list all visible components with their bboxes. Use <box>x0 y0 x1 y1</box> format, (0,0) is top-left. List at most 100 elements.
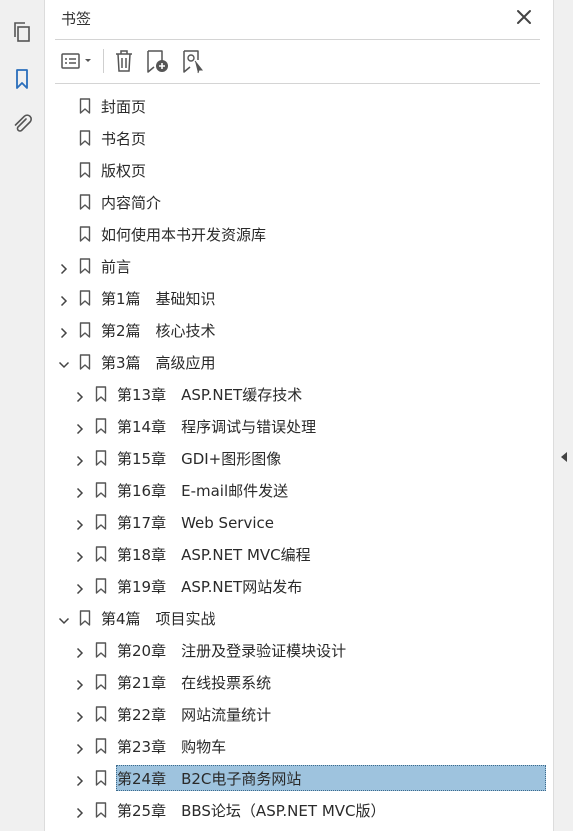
bookmark-item-icon <box>95 578 107 594</box>
chevron-right-icon[interactable] <box>74 388 86 403</box>
bookmark-item-icon <box>95 738 107 754</box>
options-menu-button[interactable] <box>59 48 97 74</box>
bookmark-item-icon <box>95 770 107 786</box>
bookmark-row[interactable]: 第24章 B2C电子商务网站 <box>45 762 553 794</box>
bookmark-item-icon <box>95 802 107 818</box>
bookmark-item-icon <box>79 130 91 146</box>
bookmark-tree: 封面页书名页版权页内容简介 如何使用本书开发资源库前言第1篇 基础知识 第2篇 核心… <box>45 90 553 826</box>
chevron-right-icon[interactable] <box>74 804 86 819</box>
bookmark-item-icon <box>79 354 91 370</box>
bookmark-item-icon <box>79 290 91 306</box>
bookmark-label: 第18章 ASP.NET MVC编程 <box>117 546 311 564</box>
bookmark-label: 第1篇 基础知识 <box>101 290 216 308</box>
bookmark-item-icon <box>95 674 107 690</box>
bookmark-row[interactable]: 第17章 Web Service <box>45 506 553 538</box>
attachment-icon[interactable] <box>10 112 34 136</box>
bookmark-item-icon <box>95 706 107 722</box>
delete-bookmark-icon[interactable] <box>111 48 137 74</box>
new-bookmark-icon[interactable] <box>144 48 172 74</box>
bookmark-row[interactable]: 第20章 注册及登录验证模块设计 <box>45 634 553 666</box>
chevron-right-icon[interactable] <box>74 516 86 531</box>
pages-icon[interactable] <box>10 20 34 44</box>
chevron-right-icon[interactable] <box>74 676 86 691</box>
bookmark-item-icon <box>79 194 91 210</box>
bookmark-item-icon <box>79 98 91 114</box>
bookmark-label: 第24章 B2C电子商务网站 <box>117 770 302 788</box>
bookmark-row[interactable]: 第23章 购物车 <box>45 730 553 762</box>
bookmark-label: 第23章 购物车 <box>117 738 227 756</box>
bookmark-icon[interactable] <box>10 67 34 91</box>
panel-title: 书签 <box>61 10 92 28</box>
bookmark-row[interactable]: 第16章 E-mail邮件发送 <box>45 474 553 506</box>
bookmark-item-icon <box>79 226 91 242</box>
bookmark-item-icon <box>95 450 107 466</box>
bookmark-row[interactable]: 第22章 网站流量统计 <box>45 698 553 730</box>
toolbar-divider-bottom <box>55 83 540 84</box>
bookmark-item-icon <box>95 546 107 562</box>
panel-collapse-strip[interactable] <box>553 0 573 831</box>
bookmark-toolbar <box>45 40 553 83</box>
bookmark-row[interactable]: 第2篇 核心技术 <box>45 314 553 346</box>
bookmark-label: 第3篇 高级应用 <box>101 354 216 372</box>
options-menu-icon <box>61 53 91 69</box>
chevron-right-icon[interactable] <box>58 260 70 275</box>
navigation-rail <box>0 0 45 831</box>
bookmark-label: 第15章 GDI+图形图像 <box>117 450 282 468</box>
chevron-right-icon[interactable] <box>74 548 86 563</box>
bookmark-row[interactable]: 第19章 ASP.NET网站发布 <box>45 570 553 602</box>
bookmark-label: 第4篇 项目实战 <box>101 610 216 628</box>
bookmark-row[interactable]: 前言 <box>45 250 553 282</box>
chevron-right-icon[interactable] <box>74 580 86 595</box>
bookmark-item-icon <box>79 610 91 626</box>
bookmark-label: 第21章 在线投票系统 <box>117 674 272 692</box>
bookmark-row[interactable]: 第15章 GDI+图形图像 <box>45 442 553 474</box>
bookmark-item-icon <box>95 418 107 434</box>
bookmark-item-icon <box>95 482 107 498</box>
bookmark-label: 书名页 <box>101 130 147 148</box>
bookmark-row[interactable]: 第1篇 基础知识 <box>45 282 553 314</box>
bookmark-row[interactable]: 第21章 在线投票系统 <box>45 666 553 698</box>
bookmark-row[interactable]: 第4篇 项目实战 <box>45 602 553 634</box>
bookmark-row[interactable]: 第3篇 高级应用 <box>45 346 553 378</box>
chevron-right-icon[interactable] <box>74 772 86 787</box>
bookmark-row[interactable]: 如何使用本书开发资源库 <box>45 218 553 250</box>
chevron-right-icon[interactable] <box>74 452 86 467</box>
bookmark-label: 版权页 <box>101 162 147 180</box>
bookmark-label: 第17章 Web Service <box>117 514 274 532</box>
bookmark-item-icon <box>79 322 91 338</box>
chevron-right-icon[interactable] <box>58 324 70 339</box>
bookmark-row[interactable]: 第14章 程序调试与错误处理 <box>45 410 553 442</box>
bookmarks-panel: 书签 封面页 书名页 版权页 内容简介 如何使用本书开发资源库 前言 第1篇 基… <box>45 0 553 831</box>
bookmark-label: 第19章 ASP.NET网站发布 <box>117 578 303 596</box>
chevron-right-icon[interactable] <box>74 484 86 499</box>
bookmark-from-selection-icon[interactable] <box>180 48 208 74</box>
chevron-down-icon[interactable] <box>58 612 70 625</box>
bookmark-row[interactable]: 版权页 <box>45 154 553 186</box>
bookmark-item-icon <box>95 514 107 530</box>
bookmark-item-icon <box>79 258 91 274</box>
bookmark-label: 第2篇 核心技术 <box>101 322 216 340</box>
bookmark-label: 第16章 E-mail邮件发送 <box>117 482 289 500</box>
bookmark-row[interactable]: 封面页 <box>45 90 553 122</box>
bookmark-label: 第22章 网站流量统计 <box>117 706 272 724</box>
bookmark-item-icon <box>79 162 91 178</box>
bookmark-label: 第14章 程序调试与错误处理 <box>117 418 317 436</box>
bookmark-row[interactable]: 内容简介 <box>45 186 553 218</box>
bookmark-label: 第20章 注册及登录验证模块设计 <box>117 642 347 660</box>
chevron-right-icon[interactable] <box>74 708 86 723</box>
bookmark-row[interactable]: 第25章 BBS论坛（ASP.NET MVC版） <box>45 794 553 826</box>
collapse-arrow-icon[interactable] <box>560 448 568 462</box>
bookmark-label: 前言 <box>101 258 132 276</box>
bookmark-row[interactable]: 第18章 ASP.NET MVC编程 <box>45 538 553 570</box>
bookmark-label: 第13章 ASP.NET缓存技术 <box>117 386 303 404</box>
chevron-right-icon[interactable] <box>58 292 70 307</box>
chevron-right-icon[interactable] <box>74 644 86 659</box>
chevron-down-icon[interactable] <box>58 356 70 369</box>
close-icon[interactable] <box>514 7 534 27</box>
chevron-right-icon[interactable] <box>74 420 86 435</box>
bookmark-row[interactable]: 第13章 ASP.NET缓存技术 <box>45 378 553 410</box>
chevron-right-icon[interactable] <box>74 740 86 755</box>
bookmark-item-icon <box>95 386 107 402</box>
bookmark-row[interactable]: 书名页 <box>45 122 553 154</box>
bookmark-item-icon <box>95 642 107 658</box>
